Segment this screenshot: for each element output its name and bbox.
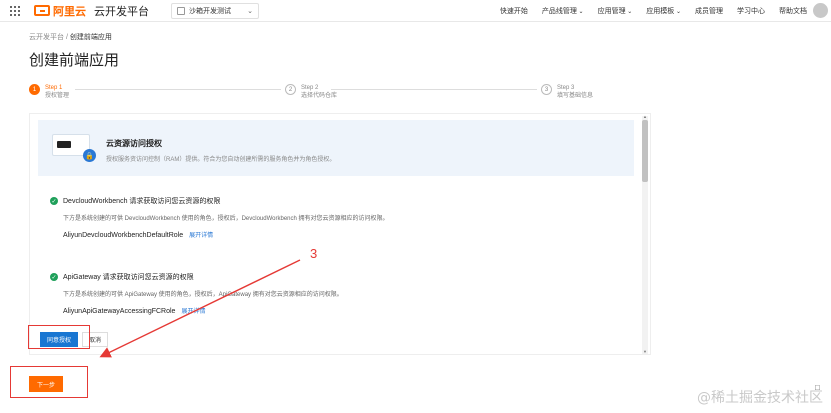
watermark: @稀土掘金技术社区 <box>697 390 823 406</box>
annotation-arrow <box>99 259 301 358</box>
annotation-number: 3 <box>310 246 318 261</box>
page-root: 阿里云 云开发平台 沙箱开发测试 ⌄ 快速开始 产品线管理 应用管理 应用模板 … <box>0 0 831 413</box>
